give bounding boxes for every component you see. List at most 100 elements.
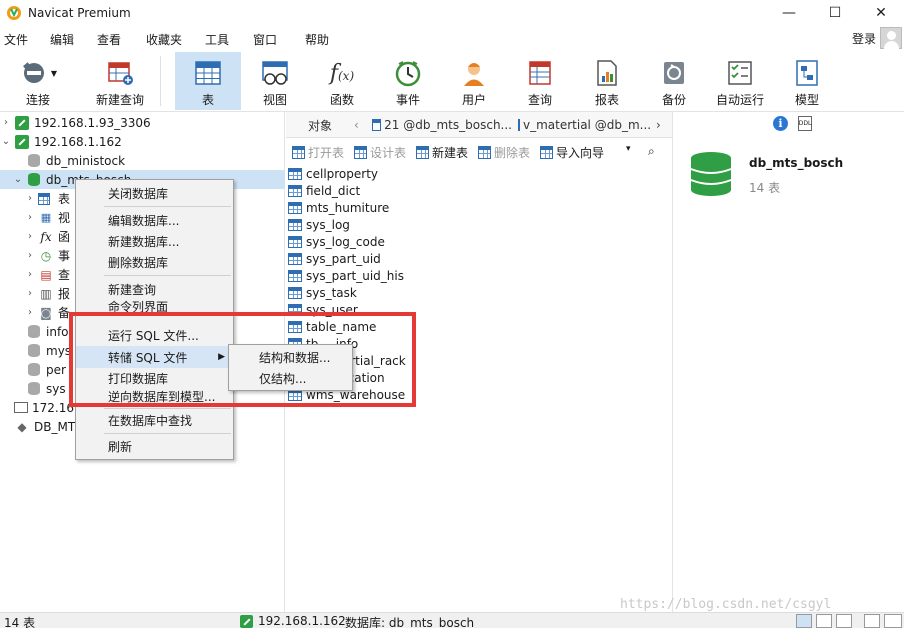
toolbar-event[interactable]: 事件 (379, 52, 437, 110)
table-item[interactable]: sys_user (288, 301, 358, 318)
tab-scroll-right-icon[interactable]: › (656, 114, 661, 136)
tree-connection-row[interactable]: 172.16 (12, 398, 74, 417)
menu-view[interactable]: 查看 (97, 31, 121, 48)
tab-query-21[interactable]: 21 @db_mts_bosch... (372, 114, 512, 136)
tab-view-matertial[interactable]: v_matertial @db_m... (518, 114, 650, 136)
tree-label: sys (46, 381, 66, 396)
info-icon[interactable]: i (773, 116, 788, 131)
panel-left-icon[interactable] (864, 614, 880, 628)
menu-console[interactable]: 命令列界面 (76, 300, 233, 312)
menu-new-query[interactable]: 新建查询 (76, 278, 233, 300)
menu-structure-and-data[interactable]: 结构和数据... (229, 346, 352, 368)
toolbar-backup[interactable]: 备份 (645, 52, 703, 110)
chevron-right-icon[interactable]: › (24, 193, 36, 204)
more-tools-icon[interactable]: ▾ (626, 144, 631, 154)
menu-new-database[interactable]: 新建数据库... (76, 230, 233, 252)
toolbar-connect[interactable]: ▼ 连接 (12, 52, 64, 110)
tree-database-row[interactable]: db_ministock (12, 151, 125, 170)
plug-icon (22, 62, 44, 83)
menu-favorites[interactable]: 收藏夹 (146, 31, 182, 48)
grid-view-icon[interactable] (836, 614, 852, 628)
table-item[interactable]: field_dict (288, 182, 360, 199)
toolbar-view[interactable]: 视图 (246, 52, 304, 110)
menu-reverse-to-model[interactable]: 逆向数据库到模型... (76, 387, 233, 405)
menu-tools[interactable]: 工具 (205, 31, 229, 48)
tree-database-row[interactable]: mys (24, 341, 71, 360)
tree-folder-row[interactable]: › ▤ 查 (24, 265, 70, 284)
close-button[interactable]: ✕ (858, 0, 904, 26)
table-item[interactable]: cellproperty (288, 165, 378, 182)
tree-folder-row[interactable]: › ◙ 备 (24, 303, 70, 322)
table-icon (288, 218, 302, 231)
database-icon (28, 363, 40, 376)
menu-file[interactable]: 文件 (4, 31, 28, 48)
menu-run-sql-file[interactable]: 运行 SQL 文件... (76, 324, 233, 346)
chevron-right-icon[interactable]: › (24, 212, 36, 223)
toolbar-query[interactable]: 查询 (511, 52, 569, 110)
design-table-button[interactable]: 设计表 (354, 144, 406, 161)
ddl-icon[interactable]: DDL (798, 116, 812, 131)
detail-view-icon[interactable] (816, 614, 832, 628)
chevron-down-icon[interactable]: ⌄ (0, 136, 12, 147)
toolbar-automation[interactable]: 自动运行 (709, 52, 771, 110)
import-wizard-button[interactable]: 导入向导 (540, 144, 604, 161)
chevron-right-icon[interactable]: › (24, 231, 36, 242)
chevron-right-icon[interactable]: › (24, 288, 36, 299)
chevron-right-icon[interactable]: › (0, 117, 12, 128)
import-icon (540, 146, 553, 159)
panel-right-icon[interactable] (884, 614, 902, 628)
tree-folder-row[interactable]: › fx 函 (24, 227, 70, 246)
menu-edit-database[interactable]: 编辑数据库... (76, 209, 233, 231)
tree-folder-row[interactable]: › 表 (24, 189, 70, 208)
tab-scroll-left-icon[interactable]: ‹ (354, 114, 359, 136)
menu-find-in-database[interactable]: 在数据库中查找 (76, 409, 233, 431)
table-item[interactable]: table_name (288, 318, 376, 335)
table-item[interactable]: sys_task (288, 284, 357, 301)
tree-database-row[interactable]: info (24, 322, 69, 341)
menu-close-database[interactable]: 关闭数据库 (76, 182, 233, 204)
menu-edit[interactable]: 编辑 (50, 31, 74, 48)
open-table-button[interactable]: 打开表 (292, 144, 344, 161)
toolbar-new-query[interactable]: 新建查询 (82, 52, 158, 110)
dropdown-caret-icon[interactable]: ▼ (51, 69, 57, 78)
login-link[interactable]: 登录 (852, 30, 876, 47)
tree-database-row[interactable]: sys (24, 379, 66, 398)
chevron-right-icon[interactable]: › (24, 269, 36, 280)
tree-connection-row[interactable]: › 192.168.1.93_3306 (0, 113, 151, 132)
toolbar-user[interactable]: 用户 (445, 52, 503, 110)
chevron-right-icon[interactable]: › (24, 250, 36, 261)
toolbar-report[interactable]: 报表 (578, 52, 636, 110)
tree-connection-row[interactable]: ⌄ 192.168.1.162 (0, 132, 122, 151)
menu-help[interactable]: 帮助 (305, 31, 329, 48)
menu-dump-sql-file[interactable]: 转储 SQL 文件 ▶ (76, 346, 233, 368)
tree-connection-row[interactable]: ◆ DB_MT (12, 417, 75, 436)
new-table-button[interactable]: 新建表 (416, 144, 468, 161)
chevron-down-icon[interactable]: ⌄ (12, 174, 24, 185)
toolbar-function[interactable]: f(x) 函数 (313, 52, 371, 110)
maximize-button[interactable]: ☐ (812, 0, 858, 26)
menu-delete-database[interactable]: 删除数据库 (76, 251, 233, 273)
table-item[interactable]: sys_log_code (288, 233, 385, 250)
toolbar-model[interactable]: 模型 (778, 52, 836, 110)
table-item[interactable]: sys_log (288, 216, 350, 233)
tree-folder-row[interactable]: › ▦ 视 (24, 208, 70, 227)
tree-folder-row[interactable]: › ▥ 报 (24, 284, 70, 303)
list-view-icon[interactable] (796, 614, 812, 628)
table-item[interactable]: sys_part_uid_his (288, 267, 404, 284)
minimize-button[interactable]: — (766, 0, 812, 26)
delete-table-button[interactable]: 删除表 (478, 144, 530, 161)
chevron-right-icon[interactable]: › (24, 307, 36, 318)
user-avatar-icon[interactable] (880, 27, 902, 49)
search-icon[interactable]: ⌕ (648, 144, 655, 159)
menu-structure-only[interactable]: 仅结构... (229, 367, 352, 389)
tree-folder-row[interactable]: › ◷ 事 (24, 246, 70, 265)
menu-window[interactable]: 窗口 (253, 31, 277, 48)
menu-refresh[interactable]: 刷新 (76, 435, 233, 457)
toolbar-table[interactable]: 表 (175, 52, 241, 110)
table-item[interactable]: sys_part_uid (288, 250, 381, 267)
tree-database-row[interactable]: per (24, 360, 66, 379)
table-item[interactable]: mts_humiture (288, 199, 389, 216)
function-icon: fx (40, 229, 52, 244)
menu-print-database[interactable]: 打印数据库 (76, 367, 233, 389)
tab-objects[interactable]: 对象 (308, 114, 332, 136)
